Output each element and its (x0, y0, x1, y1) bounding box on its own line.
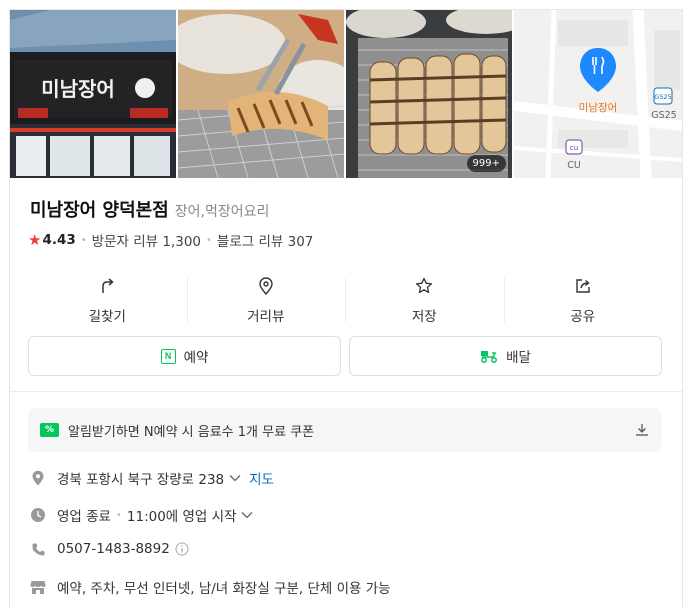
place-panel: 미남장어 999+ 미남장어 GS25 GS25 cu CU 미남장어 양덕본점… (9, 9, 683, 607)
coupon-text: 알림받기하면 N예약 시 음료수 1개 무료 쿠폰 (68, 424, 315, 440)
separator-dot: • (80, 234, 87, 246)
place-name: 미남장어 양덕본점 (30, 200, 169, 221)
save-button[interactable]: 저장 (345, 274, 504, 328)
section-divider (10, 391, 682, 392)
directions-button[interactable]: 길찾기 (28, 274, 187, 328)
rating-row: ★ 4.43 • 방문자 리뷰 1,300 • 블로그 리뷰 307 (28, 230, 313, 250)
map-link[interactable]: 지도 (249, 468, 274, 488)
street-view-icon (259, 277, 273, 296)
reserve-label: 예약 (183, 350, 209, 366)
save-label: 저장 (411, 309, 437, 325)
clock-icon (30, 507, 46, 523)
title-row: 미남장어 양덕본점 장어,먹장어요리 (30, 196, 269, 222)
map-cu-label: CU (567, 160, 581, 171)
map-thumbnail[interactable]: 미남장어 GS25 GS25 cu CU (514, 10, 682, 178)
more-photos-count[interactable]: 999+ (466, 155, 506, 172)
place-category: 장어,먹장어요리 (174, 204, 270, 220)
amenities-row: 예약, 주차, 무선 인터넷, 남/녀 화장실 구분, 단체 이용 가능 (30, 577, 391, 597)
phone-row: 0507-1483-8892 (30, 541, 189, 557)
storefront-sign: 미남장어 (41, 77, 115, 101)
delivery-button[interactable]: 배달 (349, 336, 662, 376)
amenities-text: 예약, 주차, 무선 인터넷, 남/녀 화장실 구분, 단체 이용 가능 (57, 581, 391, 597)
location-pin-icon (30, 470, 46, 486)
share-label: 공유 (570, 309, 596, 325)
business-status: 영업 종료 (57, 509, 111, 525)
share-button[interactable]: 공유 (503, 274, 663, 328)
delivery-label: 배달 (506, 350, 531, 366)
download-icon[interactable] (634, 422, 650, 438)
phone-icon (30, 541, 46, 557)
star-icon (416, 277, 433, 294)
street-view-label: 거리뷰 (247, 309, 285, 325)
directions-icon (102, 278, 114, 293)
reserve-button[interactable]: N 예약 (28, 336, 341, 376)
grilled-eel-photo[interactable] (178, 10, 344, 178)
coupon-icon: % (40, 423, 59, 437)
rating-star-icon: ★ (28, 231, 42, 249)
street-view-button[interactable]: 거리뷰 (186, 274, 346, 328)
chevron-down-icon[interactable] (241, 511, 253, 519)
coupon-banner[interactable]: % 알림받기하면 N예약 시 음료수 1개 무료 쿠폰 (28, 408, 662, 452)
phone-number[interactable]: 0507-1483-8892 (57, 541, 170, 557)
action-bar: 길찾기 거리뷰 저장 공유 (28, 274, 662, 328)
separator-dot: • (206, 234, 212, 246)
visitor-reviews-link[interactable]: 방문자 리뷰 1,300 (92, 230, 201, 250)
chevron-down-icon[interactable] (229, 474, 241, 482)
rating-value: 4.43 (42, 232, 76, 248)
business-hours: 11:00에 영업 시작 (126, 509, 237, 525)
map-place-label: 미남장어 (579, 102, 618, 114)
photo-strip: 미남장어 999+ 미남장어 GS25 GS25 cu CU (10, 10, 682, 178)
separator-dot: • (115, 509, 122, 521)
map-cu-badge: cu (570, 144, 578, 152)
address-row: 경북 포항시 북구 장량로 238 지도 (30, 468, 274, 488)
address-text: 경북 포항시 북구 장량로 238 (57, 472, 225, 488)
info-icon[interactable] (175, 542, 189, 556)
storefront-photo[interactable]: 미남장어 (10, 10, 176, 178)
directions-label: 길찾기 (88, 309, 126, 325)
map-gs-badge: GS25 (654, 93, 671, 101)
hours-row: 영업 종료 • 11:00에 영업 시작 (30, 505, 253, 525)
eel-grill-photo[interactable]: 999+ (346, 10, 512, 178)
delivery-scooter-icon (481, 351, 498, 363)
map-gs-label: GS25 (651, 110, 676, 121)
blog-reviews-link[interactable]: 블로그 리뷰 307 (217, 230, 313, 250)
share-icon (576, 279, 590, 293)
naver-reserve-icon: N (160, 348, 176, 364)
primary-buttons: N 예약 배달 (28, 336, 662, 376)
store-icon (30, 579, 46, 595)
